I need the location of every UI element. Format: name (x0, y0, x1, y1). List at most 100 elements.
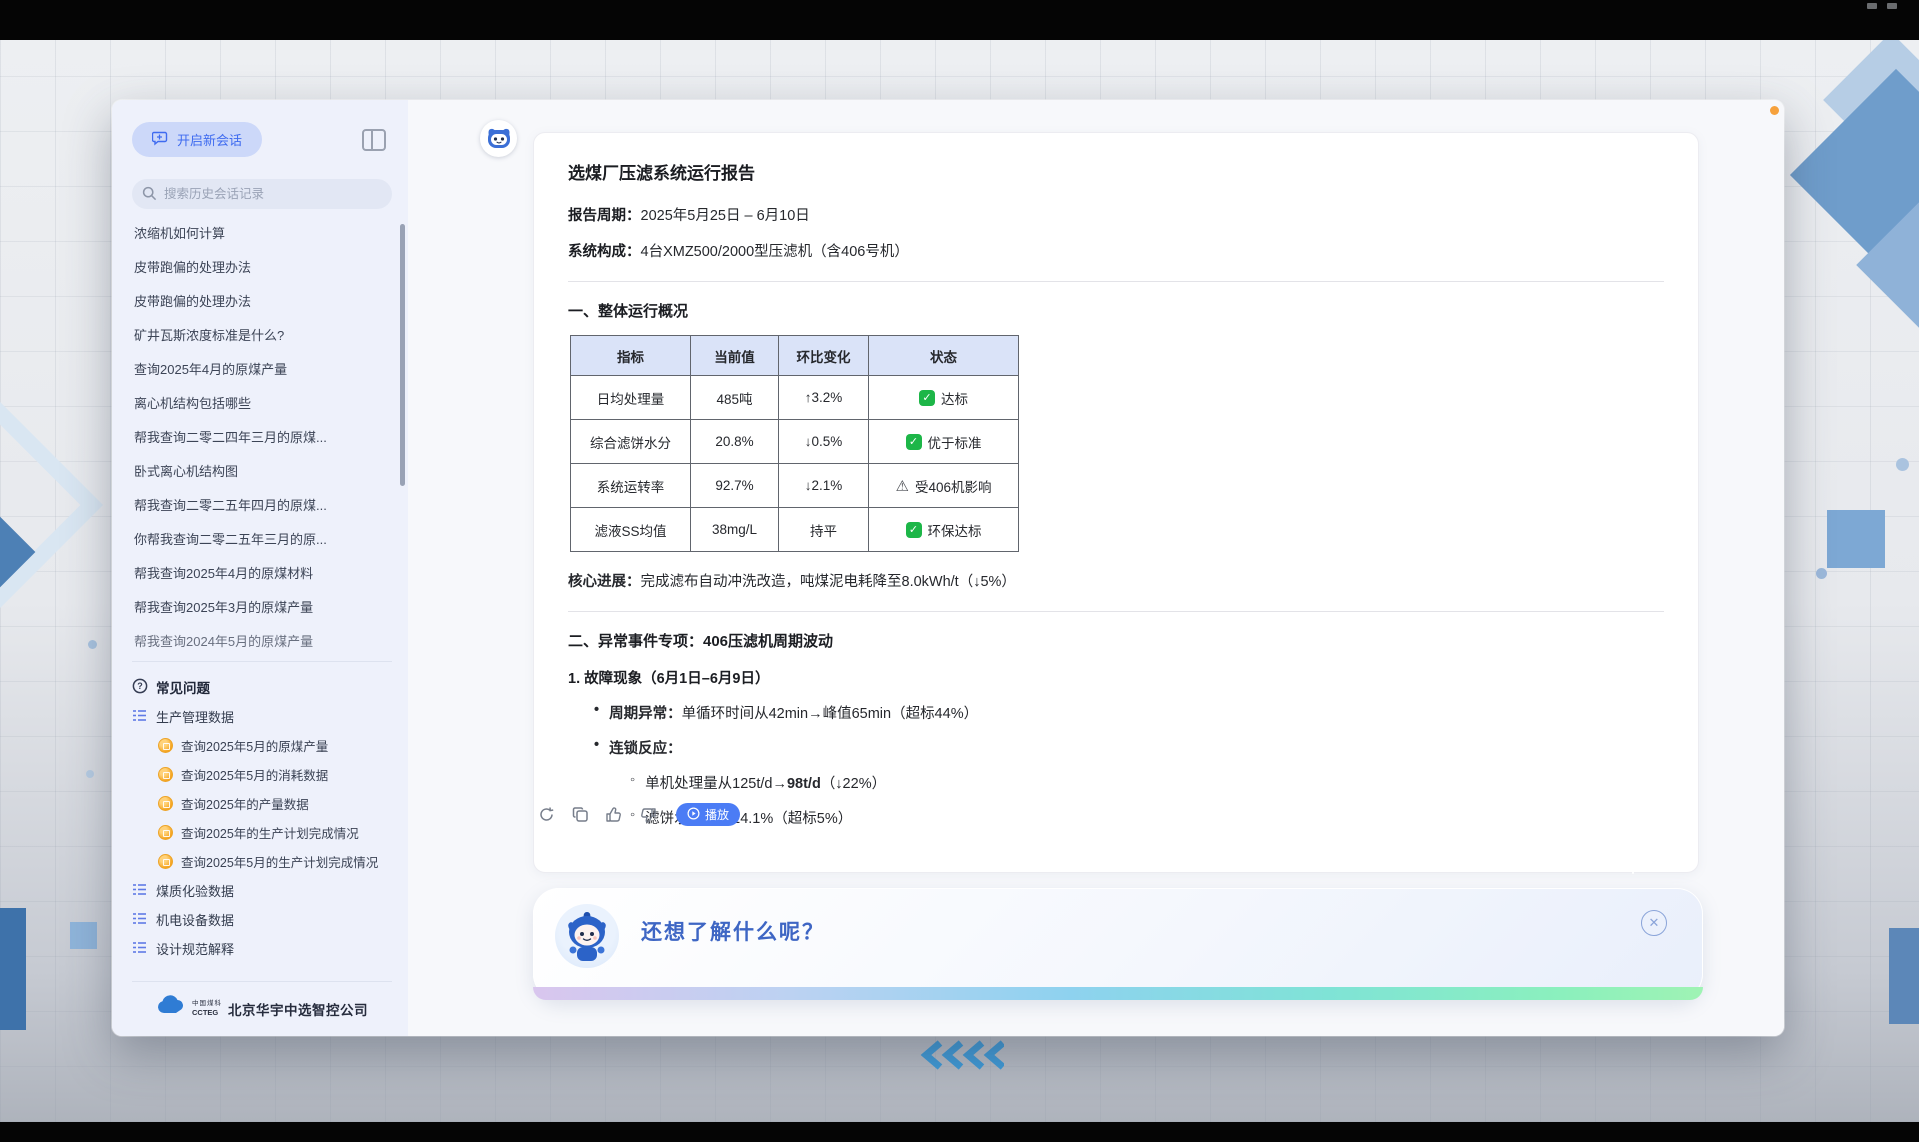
system-tray-icons (1867, 3, 1897, 9)
history-item[interactable]: 矿井瓦斯浓度标准是什么? (132, 319, 392, 353)
faq-section-design[interactable]: 设计规范解释 (132, 934, 392, 963)
sidebar-collapse-icon[interactable] (362, 129, 386, 151)
cell-indicator: 系统运转率 (571, 464, 691, 508)
coin-icon (158, 767, 173, 782)
dot-decoration (1896, 458, 1909, 471)
divider (568, 281, 1664, 282)
coin-icon (158, 854, 173, 869)
core-progress: 核心进展：完成滤布自动冲洗改造，吨煤泥电耗降至8.0kWh/t（↓5%） (568, 570, 1664, 591)
history-item[interactable]: 皮带跑偏的处理办法 (132, 251, 392, 285)
faq-item[interactable]: 查询2025年的产量数据 (132, 789, 392, 818)
column-header: 环比变化 (779, 336, 869, 376)
message-actions: 播放 (536, 803, 740, 826)
faq-item[interactable]: 查询2025年的生产计划完成情况 (132, 818, 392, 847)
cell-indicator: 滤液SS均值 (571, 508, 691, 552)
list-icon (132, 709, 147, 725)
status-icon (906, 434, 922, 450)
faq-item[interactable]: 查询2025年5月的生产计划完成情况 (132, 847, 392, 876)
divider (568, 611, 1664, 612)
section1-title: 一、整体运行概况 (568, 300, 1664, 321)
faq-section-production[interactable]: 生产管理数据 (132, 702, 392, 731)
search-input[interactable] (132, 179, 392, 209)
thumbs-down-icon[interactable] (638, 805, 658, 825)
chat-main: 选煤厂压滤系统运行报告 报告周期：2025年5月25日 – 6月10日 系统构成… (408, 100, 1784, 1036)
coin-icon (158, 825, 173, 840)
history-item[interactable]: 帮我查询二零二四年三月的原煤... (132, 421, 392, 455)
close-icon[interactable]: ✕ (1641, 910, 1667, 936)
company-name: 北京华宇中选智控公司 (228, 999, 368, 1019)
list-icon (132, 941, 147, 957)
history-item[interactable]: 离心机结构包括哪些 (132, 387, 392, 421)
table-row: 综合滤饼水分 20.8% ↓0.5% 优于标准 (571, 420, 1019, 464)
status-icon (906, 522, 922, 538)
history-search (132, 179, 392, 209)
new-chat-label: 开启新会话 (177, 130, 242, 149)
history-item[interactable]: 皮带跑偏的处理办法 (132, 285, 392, 319)
faq-section-coal-quality[interactable]: 煤质化验数据 (132, 876, 392, 905)
history-item[interactable]: 帮我查询二零二五年四月的原煤... (132, 489, 392, 523)
bullet-value: 单循环时间从42min→峰值65min（超标44%） (682, 706, 979, 722)
app-window: 开启新会话 浓缩机如何计算 皮带跑偏的处理办法 皮带跑偏的处理办法 矿井瓦斯浓度… (112, 100, 1784, 1036)
history-item[interactable]: 帮我查询2025年3月的原煤产量 (132, 591, 392, 625)
faq-item[interactable]: 查询2025年5月的消耗数据 (132, 760, 392, 789)
faq-item[interactable]: 查询2025年5月的原煤产量 (132, 731, 392, 760)
status-text: 环保达标 (928, 520, 982, 540)
cell-change: 持平 (779, 508, 869, 552)
sub-bullet-item: 单机处理量从125t/d→98t/d（↓22%） (630, 772, 1664, 793)
bullet-item: 连锁反应： (594, 737, 1664, 758)
divider (132, 661, 392, 662)
prompt-card[interactable]: 还想了解什么呢？ ✕ (533, 888, 1703, 1000)
history-item[interactable]: 浓缩机如何计算 (132, 217, 392, 251)
cell-indicator: 日均处理量 (571, 376, 691, 420)
new-chat-button[interactable]: 开启新会话 (132, 122, 262, 157)
cell-value: 20.8% (691, 420, 779, 464)
copy-icon[interactable] (570, 805, 590, 825)
top-bar (0, 0, 1919, 40)
dot-decoration (1816, 568, 1827, 579)
svg-text:?: ? (137, 681, 143, 691)
bullet-label: 周期异常： (609, 706, 682, 722)
assistant-avatar (480, 120, 517, 157)
bar-decoration (1889, 928, 1919, 1024)
metrics-table: 指标 当前值 环比变化 状态 日均处理量 485吨 ↑3.2% 达标 (570, 335, 1019, 552)
bullet-label: 连锁反应： (609, 741, 682, 757)
sub-bullet-bold: 98t/d (787, 776, 821, 792)
status-text: 达标 (941, 388, 968, 408)
sidebar-scrollbar[interactable] (400, 224, 405, 486)
play-button[interactable]: 播放 (676, 803, 740, 826)
cell-value: 485吨 (691, 376, 779, 420)
mascot-avatar (555, 904, 619, 968)
square-decoration (70, 922, 97, 949)
report-system-value: 4台XMZ500/2000型压滤机（含406号机） (641, 244, 909, 260)
report-system-label: 系统构成： (568, 244, 641, 260)
faq-item-label: 查询2025年5月的消耗数据 (181, 765, 328, 784)
history-item[interactable]: 你帮我查询二零二五年三月的原... (132, 523, 392, 557)
table-row: 滤液SS均值 38mg/L 持平 环保达标 (571, 508, 1019, 552)
table-header-row: 指标 当前值 环比变化 状态 (571, 336, 1019, 376)
cell-indicator: 综合滤饼水分 (571, 420, 691, 464)
list-icon (132, 883, 147, 899)
assistant-message-card: 选煤厂压滤系统运行报告 报告周期：2025年5月25日 – 6月10日 系统构成… (533, 132, 1699, 873)
logo-text-en: CCTEG (192, 1009, 222, 1017)
status-text: 优于标准 (928, 432, 982, 452)
faq-section-label: 机电设备数据 (156, 910, 234, 929)
status-text: 受406机影响 (915, 476, 992, 496)
core-progress-label: 核心进展： (568, 574, 641, 590)
faq-header: ? 常见问题 (132, 672, 392, 702)
cell-status: 达标 (869, 376, 1019, 420)
history-item[interactable]: 卧式离心机结构图 (132, 455, 392, 489)
history-item[interactable]: 帮我查询2024年5月的原煤产量 (132, 625, 392, 659)
history-item[interactable]: 查询2025年4月的原煤产量 (132, 353, 392, 387)
sub-bullet-pre: 单机处理量从125t/d→ (645, 776, 787, 792)
cell-change: ↓0.5% (779, 420, 869, 464)
warning-icon (896, 477, 909, 495)
coin-icon (158, 738, 173, 753)
prompt-question[interactable]: 还想了解什么呢？ (641, 916, 825, 946)
bottom-bar (0, 1122, 1919, 1142)
chevron-decoration (920, 1040, 1004, 1070)
history-item[interactable]: 帮我查询2025年4月的原煤材料 (132, 557, 392, 591)
faq-section-equipment[interactable]: 机电设备数据 (132, 905, 392, 934)
regenerate-icon[interactable] (536, 805, 556, 825)
thumbs-up-icon[interactable] (604, 805, 624, 825)
logo-text-cn: 中国煤科 (192, 1001, 222, 1008)
